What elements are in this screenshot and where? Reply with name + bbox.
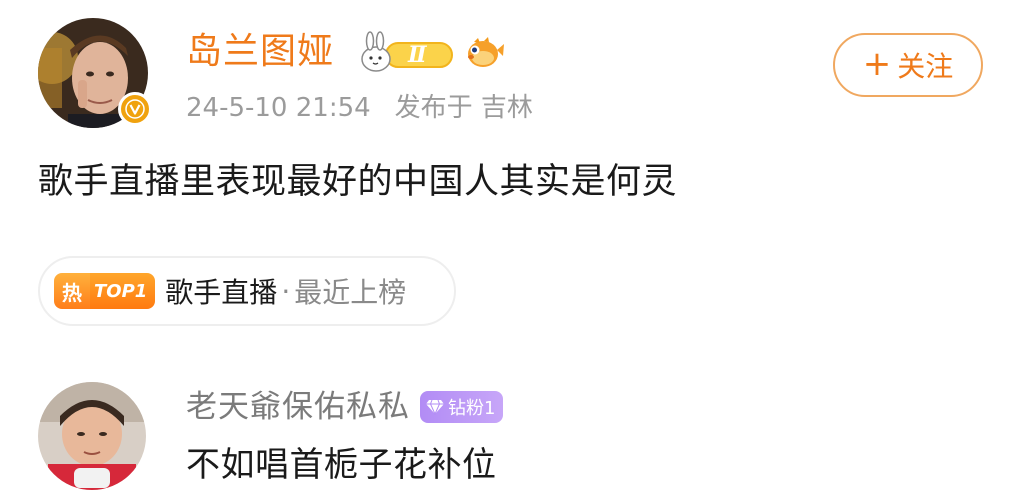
author-avatar[interactable] — [38, 18, 152, 128]
commenter-avatar[interactable] — [38, 382, 146, 490]
author-username[interactable]: 岛兰图娅 — [186, 30, 334, 74]
post-meta: 24-5-10 21:54 发布于 吉林 — [186, 90, 533, 126]
hot-fire-icon: 热 — [54, 273, 90, 309]
pufferfish-badge-icon[interactable] — [464, 36, 504, 70]
rank-level-text: Ⅱ — [408, 42, 427, 68]
fan-level-badge[interactable]: 钻粉1 — [420, 391, 504, 423]
post-location: 发布于 吉林 — [394, 93, 533, 123]
fan-badge-label: 钻粉1 — [448, 398, 496, 419]
weibo-post-page: 岛兰图娅 Ⅱ 24-5-10 21:54 发布于 吉林 + 关注 歌手直播里表现… — [0, 0, 1024, 503]
verified-v-icon — [125, 99, 145, 119]
follow-button-label: 关注 — [897, 50, 954, 83]
commenter-avatar-image — [38, 382, 146, 490]
post-body-text: 歌手直播里表现最好的中国人其实是何灵 — [38, 162, 678, 202]
topic-name: 歌手直播 — [165, 276, 278, 309]
author-badges: Ⅱ — [356, 31, 504, 75]
verified-badge — [118, 92, 152, 126]
follow-button[interactable]: + 关注 — [833, 33, 983, 97]
rabbit-rank-badge-icon[interactable]: Ⅱ — [356, 31, 456, 75]
topic-separator: · — [281, 274, 291, 308]
comment-body-text: 不如唱首栀子花补位 — [186, 445, 497, 485]
hot-rank-label: TOP1 — [90, 273, 156, 309]
post-timestamp: 24-5-10 21:54 — [186, 93, 371, 123]
hot-topic-chip[interactable]: 热 TOP1 歌手直播 · 最近上榜 — [38, 256, 456, 326]
plus-icon: + — [862, 43, 892, 84]
topic-status: 最近上榜 — [294, 276, 407, 309]
diamond-gem-icon — [426, 399, 444, 415]
commenter-username[interactable]: 老天爺保佑私私 — [186, 386, 410, 428]
comment-header: 老天爺保佑私私 钻粉1 — [186, 386, 504, 428]
hot-rank-tag: 热 TOP1 — [54, 273, 156, 309]
